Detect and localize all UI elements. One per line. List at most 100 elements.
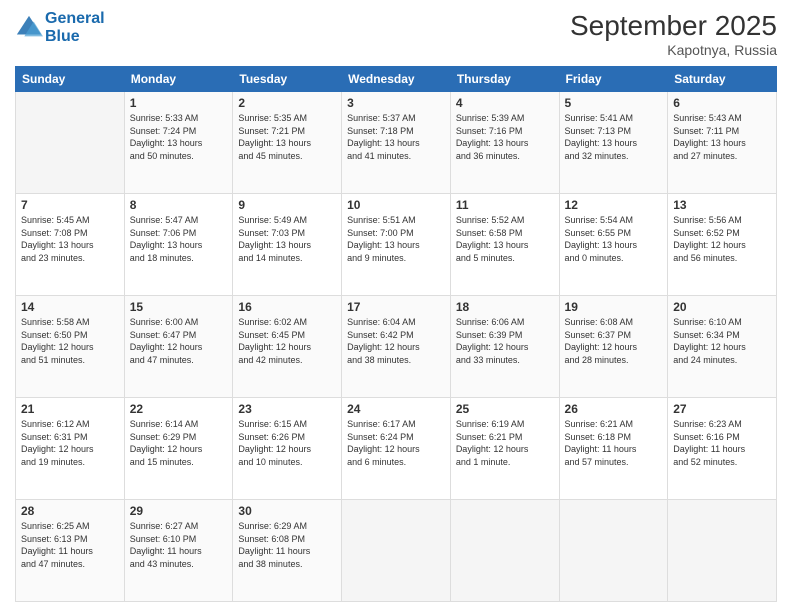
logo-text: General Blue <box>45 10 105 46</box>
day-number: 15 <box>130 300 228 314</box>
calendar-cell: 2 Sunrise: 5:35 AM Sunset: 7:21 PM Daylig… <box>233 92 342 194</box>
day-number: 4 <box>456 96 554 110</box>
calendar-cell <box>342 500 451 602</box>
calendar-cell <box>16 92 125 194</box>
month-title: September 2025 <box>570 10 777 42</box>
calendar-cell: 3 Sunrise: 5:37 AM Sunset: 7:18 PM Daylig… <box>342 92 451 194</box>
day-number: 5 <box>565 96 663 110</box>
day-number: 25 <box>456 402 554 416</box>
day-number: 26 <box>565 402 663 416</box>
col-monday: Monday <box>124 67 233 92</box>
calendar-cell: 4 Sunrise: 5:39 AM Sunset: 7:16 PM Daylig… <box>450 92 559 194</box>
calendar-cell: 15 Sunrise: 6:00 AM Sunset: 6:47 PM Dayli… <box>124 296 233 398</box>
logo: General Blue <box>15 10 105 46</box>
day-info: Sunrise: 5:41 AM Sunset: 7:13 PM Dayligh… <box>565 112 663 162</box>
day-info: Sunrise: 5:45 AM Sunset: 7:08 PM Dayligh… <box>21 214 119 264</box>
calendar-cell <box>559 500 668 602</box>
page: General Blue September 2025 Kapotnya, Ru… <box>0 0 792 612</box>
day-info: Sunrise: 5:49 AM Sunset: 7:03 PM Dayligh… <box>238 214 336 264</box>
day-number: 3 <box>347 96 445 110</box>
day-number: 18 <box>456 300 554 314</box>
calendar-cell <box>668 500 777 602</box>
day-number: 1 <box>130 96 228 110</box>
day-number: 7 <box>21 198 119 212</box>
calendar-cell: 17Sunrise: 6:04 AM Sunset: 6:42 PM Dayli… <box>342 296 451 398</box>
day-number: 29 <box>130 504 228 518</box>
calendar-cell: 19 Sunrise: 6:08 AM Sunset: 6:37 PM Dayli… <box>559 296 668 398</box>
calendar-table: Sunday Monday Tuesday Wednesday Thursday… <box>15 66 777 602</box>
calendar-header-row: Sunday Monday Tuesday Wednesday Thursday… <box>16 67 777 92</box>
day-number: 11 <box>456 198 554 212</box>
day-info: Sunrise: 6:00 AM Sunset: 6:47 PM Dayligh… <box>130 316 228 366</box>
calendar-cell: 10Sunrise: 5:51 AM Sunset: 7:00 PM Dayli… <box>342 194 451 296</box>
calendar-cell <box>450 500 559 602</box>
day-number: 6 <box>673 96 771 110</box>
calendar-cell: 14 Sunrise: 5:58 AM Sunset: 6:50 PM Dayli… <box>16 296 125 398</box>
day-info: Sunrise: 5:33 AM Sunset: 7:24 PM Dayligh… <box>130 112 228 162</box>
day-number: 28 <box>21 504 119 518</box>
day-info: Sunrise: 5:58 AM Sunset: 6:50 PM Dayligh… <box>21 316 119 366</box>
day-info: Sunrise: 5:37 AM Sunset: 7:18 PM Dayligh… <box>347 112 445 162</box>
title-block: September 2025 Kapotnya, Russia <box>570 10 777 58</box>
calendar-cell: 8Sunrise: 5:47 AM Sunset: 7:06 PM Daylig… <box>124 194 233 296</box>
calendar-cell: 9 Sunrise: 5:49 AM Sunset: 7:03 PM Daylig… <box>233 194 342 296</box>
calendar-cell: 12Sunrise: 5:54 AM Sunset: 6:55 PM Dayli… <box>559 194 668 296</box>
location: Kapotnya, Russia <box>570 42 777 58</box>
day-number: 2 <box>238 96 336 110</box>
day-number: 13 <box>673 198 771 212</box>
day-info: Sunrise: 5:47 AM Sunset: 7:06 PM Dayligh… <box>130 214 228 264</box>
col-sunday: Sunday <box>16 67 125 92</box>
header: General Blue September 2025 Kapotnya, Ru… <box>15 10 777 58</box>
day-info: Sunrise: 5:43 AM Sunset: 7:11 PM Dayligh… <box>673 112 771 162</box>
day-info: Sunrise: 6:29 AM Sunset: 6:08 PM Dayligh… <box>238 520 336 570</box>
day-number: 21 <box>21 402 119 416</box>
calendar-cell: 26 Sunrise: 6:21 AM Sunset: 6:18 PM Dayli… <box>559 398 668 500</box>
day-number: 9 <box>238 198 336 212</box>
calendar-cell: 30 Sunrise: 6:29 AM Sunset: 6:08 PM Dayli… <box>233 500 342 602</box>
calendar-cell: 18 Sunrise: 6:06 AM Sunset: 6:39 PM Dayli… <box>450 296 559 398</box>
calendar-cell: 7 Sunrise: 5:45 AM Sunset: 7:08 PM Daylig… <box>16 194 125 296</box>
logo-line2: Blue <box>45 28 105 46</box>
day-info: Sunrise: 6:06 AM Sunset: 6:39 PM Dayligh… <box>456 316 554 366</box>
day-info: Sunrise: 6:23 AM Sunset: 6:16 PM Dayligh… <box>673 418 771 468</box>
calendar-week-1: 1 Sunrise: 5:33 AM Sunset: 7:24 PM Daylig… <box>16 92 777 194</box>
calendar-week-2: 7 Sunrise: 5:45 AM Sunset: 7:08 PM Daylig… <box>16 194 777 296</box>
col-tuesday: Tuesday <box>233 67 342 92</box>
day-number: 14 <box>21 300 119 314</box>
calendar-cell: 27 Sunrise: 6:23 AM Sunset: 6:16 PM Dayli… <box>668 398 777 500</box>
day-number: 23 <box>238 402 336 416</box>
day-info: Sunrise: 6:02 AM Sunset: 6:45 PM Dayligh… <box>238 316 336 366</box>
day-info: Sunrise: 6:19 AM Sunset: 6:21 PM Dayligh… <box>456 418 554 468</box>
calendar-cell: 11 Sunrise: 5:52 AM Sunset: 6:58 PM Dayli… <box>450 194 559 296</box>
calendar-cell: 29Sunrise: 6:27 AM Sunset: 6:10 PM Dayli… <box>124 500 233 602</box>
day-info: Sunrise: 5:39 AM Sunset: 7:16 PM Dayligh… <box>456 112 554 162</box>
day-number: 12 <box>565 198 663 212</box>
calendar-cell: 16Sunrise: 6:02 AM Sunset: 6:45 PM Dayli… <box>233 296 342 398</box>
col-saturday: Saturday <box>668 67 777 92</box>
day-info: Sunrise: 6:25 AM Sunset: 6:13 PM Dayligh… <box>21 520 119 570</box>
calendar-cell: 6 Sunrise: 5:43 AM Sunset: 7:11 PM Daylig… <box>668 92 777 194</box>
day-info: Sunrise: 6:08 AM Sunset: 6:37 PM Dayligh… <box>565 316 663 366</box>
calendar-cell: 20Sunrise: 6:10 AM Sunset: 6:34 PM Dayli… <box>668 296 777 398</box>
day-number: 20 <box>673 300 771 314</box>
day-number: 30 <box>238 504 336 518</box>
calendar-week-4: 21 Sunrise: 6:12 AM Sunset: 6:31 PM Dayli… <box>16 398 777 500</box>
day-info: Sunrise: 6:12 AM Sunset: 6:31 PM Dayligh… <box>21 418 119 468</box>
day-number: 22 <box>130 402 228 416</box>
day-number: 19 <box>565 300 663 314</box>
day-info: Sunrise: 6:21 AM Sunset: 6:18 PM Dayligh… <box>565 418 663 468</box>
logo-icon <box>15 14 43 42</box>
calendar-cell: 25 Sunrise: 6:19 AM Sunset: 6:21 PM Dayli… <box>450 398 559 500</box>
day-number: 10 <box>347 198 445 212</box>
calendar-cell: 23Sunrise: 6:15 AM Sunset: 6:26 PM Dayli… <box>233 398 342 500</box>
calendar-cell: 24Sunrise: 6:17 AM Sunset: 6:24 PM Dayli… <box>342 398 451 500</box>
calendar-cell: 5 Sunrise: 5:41 AM Sunset: 7:13 PM Daylig… <box>559 92 668 194</box>
calendar-cell: 22Sunrise: 6:14 AM Sunset: 6:29 PM Dayli… <box>124 398 233 500</box>
calendar-cell: 1 Sunrise: 5:33 AM Sunset: 7:24 PM Daylig… <box>124 92 233 194</box>
calendar-cell: 21 Sunrise: 6:12 AM Sunset: 6:31 PM Dayli… <box>16 398 125 500</box>
day-info: Sunrise: 5:52 AM Sunset: 6:58 PM Dayligh… <box>456 214 554 264</box>
day-info: Sunrise: 6:04 AM Sunset: 6:42 PM Dayligh… <box>347 316 445 366</box>
day-number: 27 <box>673 402 771 416</box>
day-info: Sunrise: 5:35 AM Sunset: 7:21 PM Dayligh… <box>238 112 336 162</box>
col-wednesday: Wednesday <box>342 67 451 92</box>
